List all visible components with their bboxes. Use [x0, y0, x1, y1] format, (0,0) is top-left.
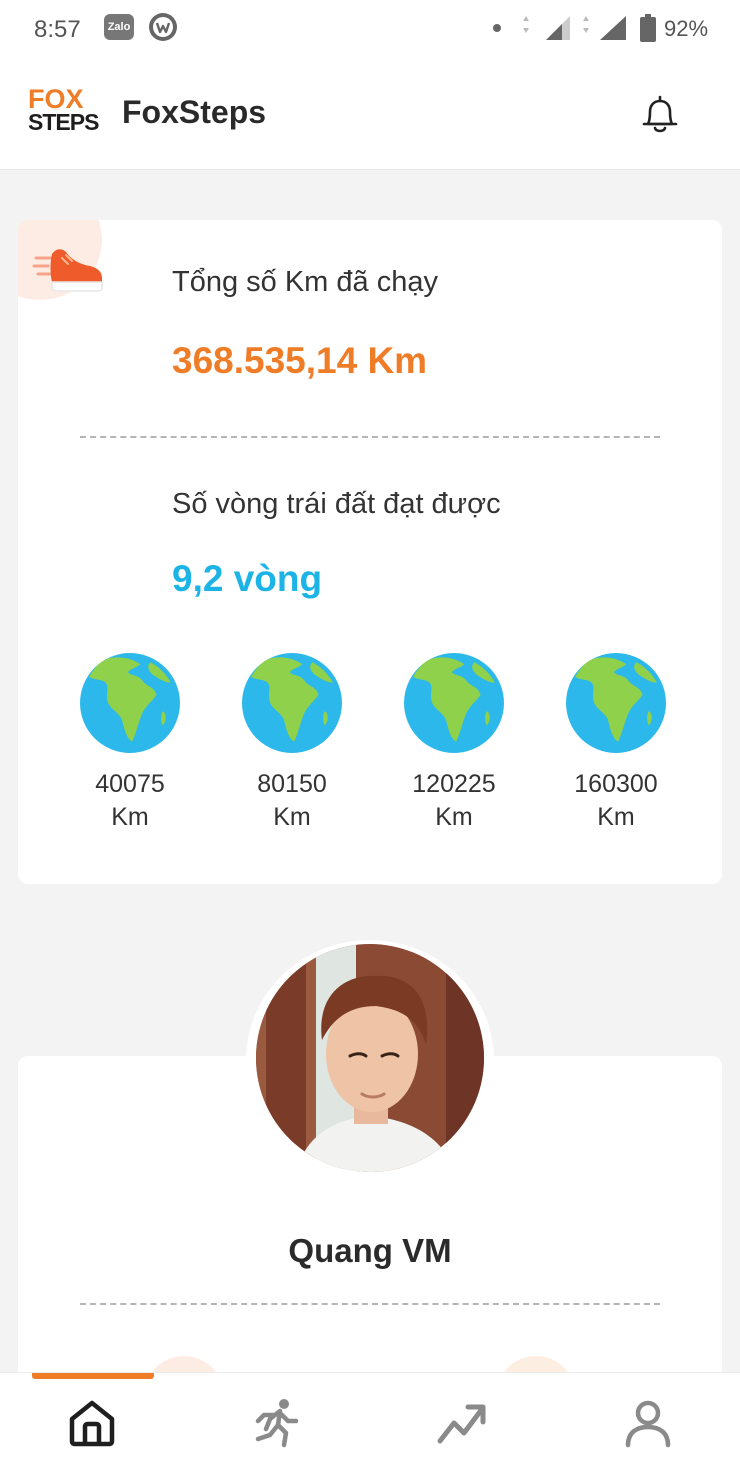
home-icon	[69, 1400, 115, 1447]
zalo-icon: Zalo	[104, 14, 134, 40]
notification-dot-icon	[493, 24, 501, 32]
total-km-label: Tổng số Km đã chạy	[172, 266, 438, 298]
nav-stats[interactable]	[434, 1395, 490, 1451]
milestone-item: 40075 Km	[65, 652, 195, 834]
nav-run[interactable]	[248, 1395, 304, 1451]
earth-loops-label: Số vòng trái đất đạt được	[172, 488, 501, 520]
signal-icon-2	[583, 16, 626, 40]
bell-icon[interactable]	[640, 94, 680, 136]
battery-percent: 92%	[664, 16, 709, 41]
milestone-value: 80150	[257, 770, 327, 798]
milestone-value: 160300	[574, 770, 658, 798]
milestone-item: 160300 Km	[551, 652, 681, 834]
status-time: 8:57	[34, 16, 81, 43]
profile-icon	[625, 1400, 671, 1448]
avatar-photo	[256, 944, 484, 1172]
app-title: FoxSteps	[122, 94, 267, 130]
running-stats-card: Tổng số Km đã chạy 368.535,14 Km Số vòng…	[18, 220, 722, 884]
battery-icon	[640, 14, 656, 42]
earth-loops-value: 9,2 vòng	[172, 558, 323, 599]
milestone-unit: Km	[435, 803, 473, 831]
trending-up-icon	[437, 1404, 486, 1444]
milestone-unit: Km	[111, 803, 149, 831]
user-name: Quang VM	[288, 1232, 452, 1269]
foxsteps-logo: FOX STEPS	[28, 86, 106, 140]
total-km-value: 368.535,14 Km	[172, 340, 428, 381]
earth-globe-icon	[80, 653, 180, 753]
avatar[interactable]	[256, 944, 484, 1172]
milestone-item: 120225 Km	[389, 652, 519, 834]
signal-icon	[523, 16, 570, 40]
app-header: FOX STEPS FoxSteps	[0, 58, 740, 170]
milestone-value: 40075	[95, 770, 165, 798]
running-icon	[255, 1399, 299, 1448]
w-chat-icon	[149, 13, 177, 41]
running-shoe-icon	[32, 249, 103, 292]
earth-globe-icon	[566, 653, 666, 753]
active-tab-indicator	[32, 1373, 154, 1379]
earth-globe-icon	[404, 653, 504, 753]
nav-profile[interactable]	[620, 1395, 676, 1451]
bottom-navigation	[0, 1372, 740, 1468]
status-bar: 8:57 Zalo 92%	[0, 0, 740, 58]
logo-text-steps: STEPS	[28, 109, 99, 135]
nav-home[interactable]	[64, 1395, 120, 1451]
milestone-item: 80150 Km	[227, 652, 357, 834]
milestone-unit: Km	[273, 803, 311, 831]
milestone-value: 120225	[412, 770, 496, 798]
milestone-unit: Km	[597, 803, 635, 831]
divider	[80, 436, 660, 438]
divider	[80, 1303, 660, 1305]
earth-globe-icon	[242, 653, 342, 753]
